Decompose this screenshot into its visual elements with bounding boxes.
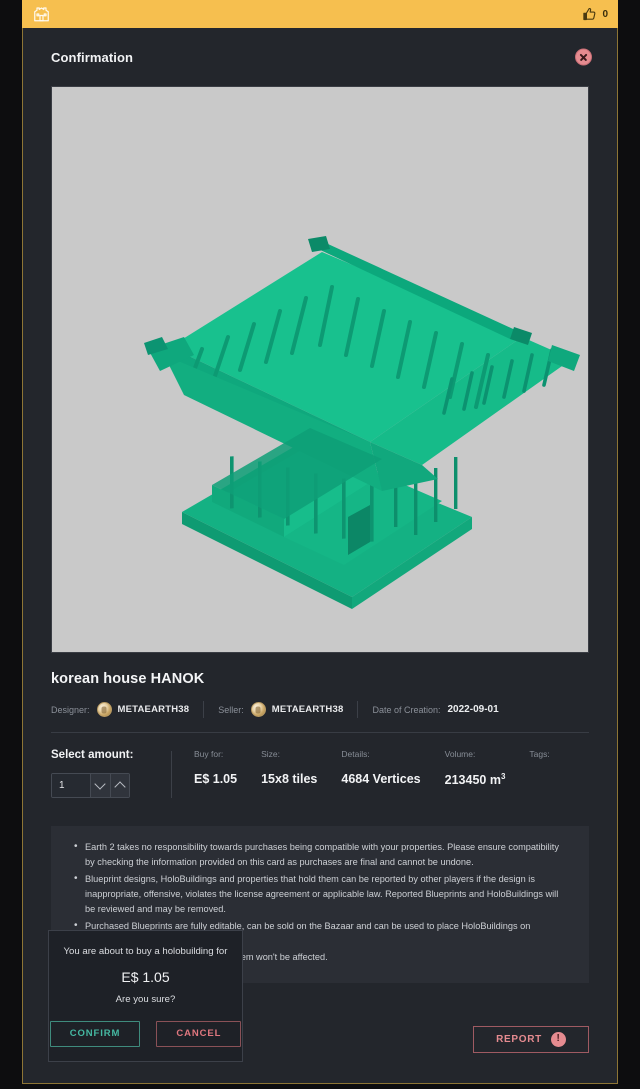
spec-value-exponent: 3: [500, 772, 506, 781]
confirm-question: Are you sure?: [115, 993, 176, 1005]
creation-date-group: Date of Creation: 2022-09-01: [372, 704, 512, 715]
meta-divider: [357, 701, 359, 718]
spec-value: E$ 1.05: [194, 772, 238, 786]
cancel-button[interactable]: CANCEL: [156, 1020, 242, 1047]
spec-details: Details: 4684 Vertices: [341, 749, 444, 787]
designer-group: Designer: METAEARTH38: [51, 702, 203, 717]
item-info: korean house HANOK Designer: METAEARTH38…: [23, 653, 617, 732]
model-preview[interactable]: [51, 86, 589, 653]
spec-value-wrap: 213450 m3: [445, 772, 506, 787]
list-item: Earth 2 takes no responsibility towards …: [74, 839, 571, 870]
like-count: 0: [602, 8, 608, 20]
purchase-confirm-popup: You are about to buy a holobuilding for …: [48, 930, 243, 1062]
designer-name[interactable]: METAEARTH38: [118, 704, 190, 715]
thumbs-up-icon[interactable]: [582, 7, 597, 22]
seller-avatar: [250, 702, 266, 717]
seller-group: Seller: METAEARTH38: [218, 702, 357, 717]
spec-label: Buy for:: [194, 749, 224, 759]
quantity-input[interactable]: [52, 774, 90, 797]
list-item: Blueprint designs, HoloBuildings and pro…: [74, 871, 571, 917]
close-icon[interactable]: [575, 48, 592, 66]
specs-divider: [171, 751, 172, 798]
spec-value: 213450 m: [444, 773, 501, 788]
top-bar-right: 0: [582, 7, 608, 22]
app-root: 0 Confirmation korean house HANOK Design…: [0, 0, 640, 1089]
spec-label: Size:: [261, 749, 280, 759]
spec-volume: Volume: 213450 m3: [445, 749, 530, 787]
spec-value: 15x8 tiles: [261, 772, 318, 786]
amount-and-specs: Select amount: Buy for: E$ 1.05 Size: 15…: [23, 733, 617, 816]
seller-label: Seller:: [218, 704, 244, 715]
confirm-price: E$ 1.05: [121, 968, 170, 985]
confirmation-modal: Confirmation korean house HANOK Designer…: [22, 28, 618, 1084]
building-icon[interactable]: [32, 5, 51, 23]
exclamation-icon: !: [551, 1031, 566, 1047]
select-amount-label: Select amount:: [51, 749, 134, 761]
report-button[interactable]: REPORT !: [473, 1025, 589, 1053]
top-bar: 0: [22, 0, 618, 28]
report-button-label: REPORT: [496, 1033, 542, 1045]
spec-label: Volume:: [444, 749, 476, 759]
spec-size: Size: 15x8 tiles: [261, 749, 341, 787]
chevron-down-icon[interactable]: [90, 774, 110, 797]
designer-avatar: [96, 702, 112, 717]
modal-header: Confirmation: [23, 28, 617, 86]
spec-tags: Tags:: [529, 749, 573, 787]
spec-label: Tags:: [529, 749, 550, 759]
hanok-3d-render: [144, 236, 580, 609]
page-title: Confirmation: [51, 49, 134, 65]
chevron-up-icon[interactable]: [109, 774, 129, 797]
designer-label: Designer:: [51, 704, 90, 715]
date-label: Date of Creation:: [372, 704, 441, 715]
item-meta-row: Designer: METAEARTH38 Seller: METAEARTH3…: [51, 701, 589, 732]
spec-label: Details:: [341, 749, 370, 759]
top-bar-left: [32, 5, 51, 23]
date-value: 2022-09-01: [447, 704, 499, 715]
specs-list: Buy for: E$ 1.05 Size: 15x8 tiles Detail…: [194, 749, 589, 787]
amount-column: Select amount:: [51, 749, 171, 798]
confirm-message: You are about to buy a holobuilding for: [63, 946, 228, 957]
spec-buy-for: Buy for: E$ 1.05: [194, 749, 261, 787]
quantity-stepper[interactable]: [51, 773, 130, 798]
confirm-button[interactable]: CONFIRM: [49, 1020, 141, 1047]
confirm-actions: CONFIRM CANCEL: [49, 1020, 242, 1047]
item-title: korean house HANOK: [51, 671, 205, 687]
spec-value: 4684 Vertices: [341, 772, 421, 786]
seller-name[interactable]: METAEARTH38: [272, 704, 344, 715]
meta-divider: [203, 701, 205, 718]
